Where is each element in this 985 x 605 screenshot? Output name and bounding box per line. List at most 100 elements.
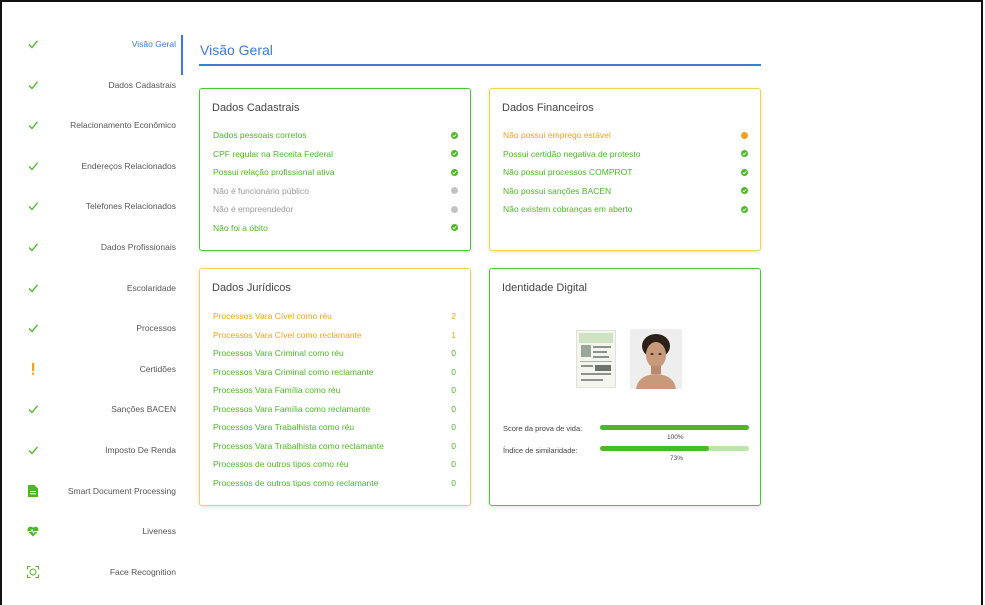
- neutral-dot-icon: [451, 187, 458, 195]
- sidebar-item[interactable]: Telefones Relacionados: [12, 199, 182, 240]
- neutral-dot-icon: [451, 205, 458, 213]
- check-row: Processos Vara Família como réu 0: [213, 381, 458, 400]
- title-underline: [199, 64, 761, 66]
- document-icon: [26, 484, 40, 498]
- check-row: Não possui sanções BACEN: [503, 182, 748, 201]
- card-title: Dados Cadastrais: [212, 102, 300, 114]
- sidebar-item-label: Escolaridade: [126, 282, 176, 293]
- sidebar-item[interactable]: Face Recognition: [12, 565, 182, 605]
- card-rows: Não possui emprego estável Possui certidã…: [503, 126, 748, 219]
- process-count: 0: [451, 422, 456, 433]
- process-count: 0: [451, 403, 456, 414]
- process-count: 0: [451, 477, 456, 488]
- check-icon: [26, 321, 40, 335]
- sidebar-item-label: Relacionamento Econômico: [70, 120, 176, 131]
- identity-document-image[interactable]: [576, 330, 616, 388]
- check-row-label: Processos Vara Família como réu: [213, 385, 341, 396]
- check-icon: [26, 443, 40, 457]
- check-row: Processos de outros tipos como réu 0: [213, 455, 458, 474]
- sidebar-item-label: Imposto De Renda: [105, 444, 176, 455]
- check-row-label: Processos de outros tipos como réu: [213, 459, 349, 470]
- liveness-score-bar: [600, 425, 749, 430]
- check-icon: [26, 118, 40, 132]
- sidebar-item-label: Certidões: [139, 363, 176, 374]
- sidebar-item[interactable]: Certidões: [12, 362, 182, 403]
- card-dados-financeiros: Dados Financeiros Não possui emprego est…: [489, 88, 761, 251]
- check-icon: [26, 402, 40, 416]
- check-icon: [26, 281, 40, 295]
- process-count: 0: [451, 348, 456, 359]
- check-row-label: Processos Vara Cível como reclamante: [213, 329, 362, 340]
- check-row-label: Processos Vara Família como reclamante: [213, 403, 371, 414]
- check-row-label: Não é empreendedor: [213, 204, 294, 215]
- check-row: Dados pessoais corretos: [213, 126, 458, 145]
- selfie-photo[interactable]: [630, 329, 682, 389]
- card-title: Dados Financeiros: [502, 102, 594, 114]
- liveness-score-fill: [600, 425, 749, 430]
- check-row: Não possui emprego estável: [503, 126, 748, 145]
- sidebar-item[interactable]: Sanções BACEN: [12, 402, 182, 443]
- card-identidade-digital: Identidade Digital Score da prova de vid…: [489, 268, 761, 506]
- check-icon: [26, 240, 40, 254]
- warning-dot-icon: [741, 131, 748, 139]
- sidebar-active-indicator: [181, 35, 183, 75]
- sidebar-item[interactable]: Relacionamento Econômico: [12, 118, 182, 159]
- check-row: Processos Vara Trabalhista como réu 0: [213, 418, 458, 437]
- sidebar-item[interactable]: Processos: [12, 321, 182, 362]
- check-row-label: Possui relação profissional ativa: [213, 167, 335, 178]
- sidebar-item[interactable]: Escolaridade: [12, 281, 182, 322]
- sidebar-item-label: Dados Cadastrais: [108, 79, 176, 90]
- check-row: Processos Vara Família como reclamante 0: [213, 400, 458, 419]
- similarity-fill: [600, 446, 709, 451]
- check-icon: [26, 159, 40, 173]
- check-circle-icon: [741, 150, 748, 158]
- process-count: 0: [451, 459, 456, 470]
- check-row-label: Processos Vara Cível como réu: [213, 311, 332, 322]
- sidebar-item[interactable]: Visão Geral: [12, 37, 182, 78]
- check-row: Não possui processos COMPROT: [503, 163, 748, 182]
- process-count: 0: [451, 385, 456, 396]
- check-row: Possui certidão negativa de protesto: [503, 145, 748, 164]
- check-circle-icon: [451, 131, 458, 139]
- check-row: CPF regular na Receita Federal: [213, 145, 458, 164]
- process-count: 0: [451, 440, 456, 451]
- check-row: Não é funcionário público: [213, 182, 458, 201]
- check-row-label: Processos Vara Criminal como réu: [213, 348, 344, 359]
- check-circle-icon: [741, 187, 748, 195]
- sidebar-item[interactable]: Dados Profissionais: [12, 240, 182, 281]
- liveness-score-value: 100%: [667, 434, 684, 441]
- card-title: Identidade Digital: [502, 282, 588, 294]
- check-row: Processos de outros tipos como reclamant…: [213, 474, 458, 493]
- check-circle-icon: [451, 168, 458, 176]
- check-row-label: Processos Vara Criminal como reclamante: [213, 366, 374, 377]
- card-dados-juridicos: Dados Jurídicos Processos Vara Cível com…: [199, 268, 471, 506]
- sidebar-item[interactable]: Liveness: [12, 524, 182, 565]
- check-row-label: Não possui sanções BACEN: [503, 185, 612, 196]
- similarity-label: Índice de similaridade:: [503, 446, 578, 455]
- sidebar-item-label: Endereços Relacionados: [81, 160, 176, 171]
- check-icon: [26, 37, 40, 51]
- check-row: Não foi a óbito: [213, 219, 458, 238]
- similarity-bar: [600, 446, 749, 451]
- sidebar-item[interactable]: Smart Document Processing: [12, 484, 182, 525]
- check-row-label: Não é funcionário público: [213, 185, 309, 196]
- check-icon: [26, 78, 40, 92]
- page-title: Visão Geral: [200, 42, 273, 58]
- sidebar-item-label: Dados Profissionais: [100, 241, 176, 252]
- check-circle-icon: [741, 205, 748, 213]
- warning-icon: [26, 362, 40, 376]
- check-circle-icon: [451, 150, 458, 158]
- face-scan-icon: [26, 565, 40, 579]
- check-row: Possui relação profissional ativa: [213, 163, 458, 182]
- sidebar-item[interactable]: Endereços Relacionados: [12, 159, 182, 200]
- check-row-label: Processos Vara Trabalhista como reclaman…: [213, 440, 384, 451]
- sidebar-item-label: Processos: [136, 323, 176, 334]
- check-row-label: Possui certidão negativa de protesto: [503, 148, 641, 159]
- sidebar-item-label: Face Recognition: [109, 566, 176, 577]
- sidebar-item[interactable]: Dados Cadastrais: [12, 78, 182, 119]
- sidebar-item[interactable]: Imposto De Renda: [12, 443, 182, 484]
- card-dados-cadastrais: Dados Cadastrais Dados pessoais corretos…: [199, 88, 471, 251]
- check-circle-icon: [741, 168, 748, 176]
- card-rows: Processos Vara Cível como réu 2 Processos …: [213, 307, 458, 492]
- sidebar-item-label: Telefones Relacionados: [85, 201, 176, 212]
